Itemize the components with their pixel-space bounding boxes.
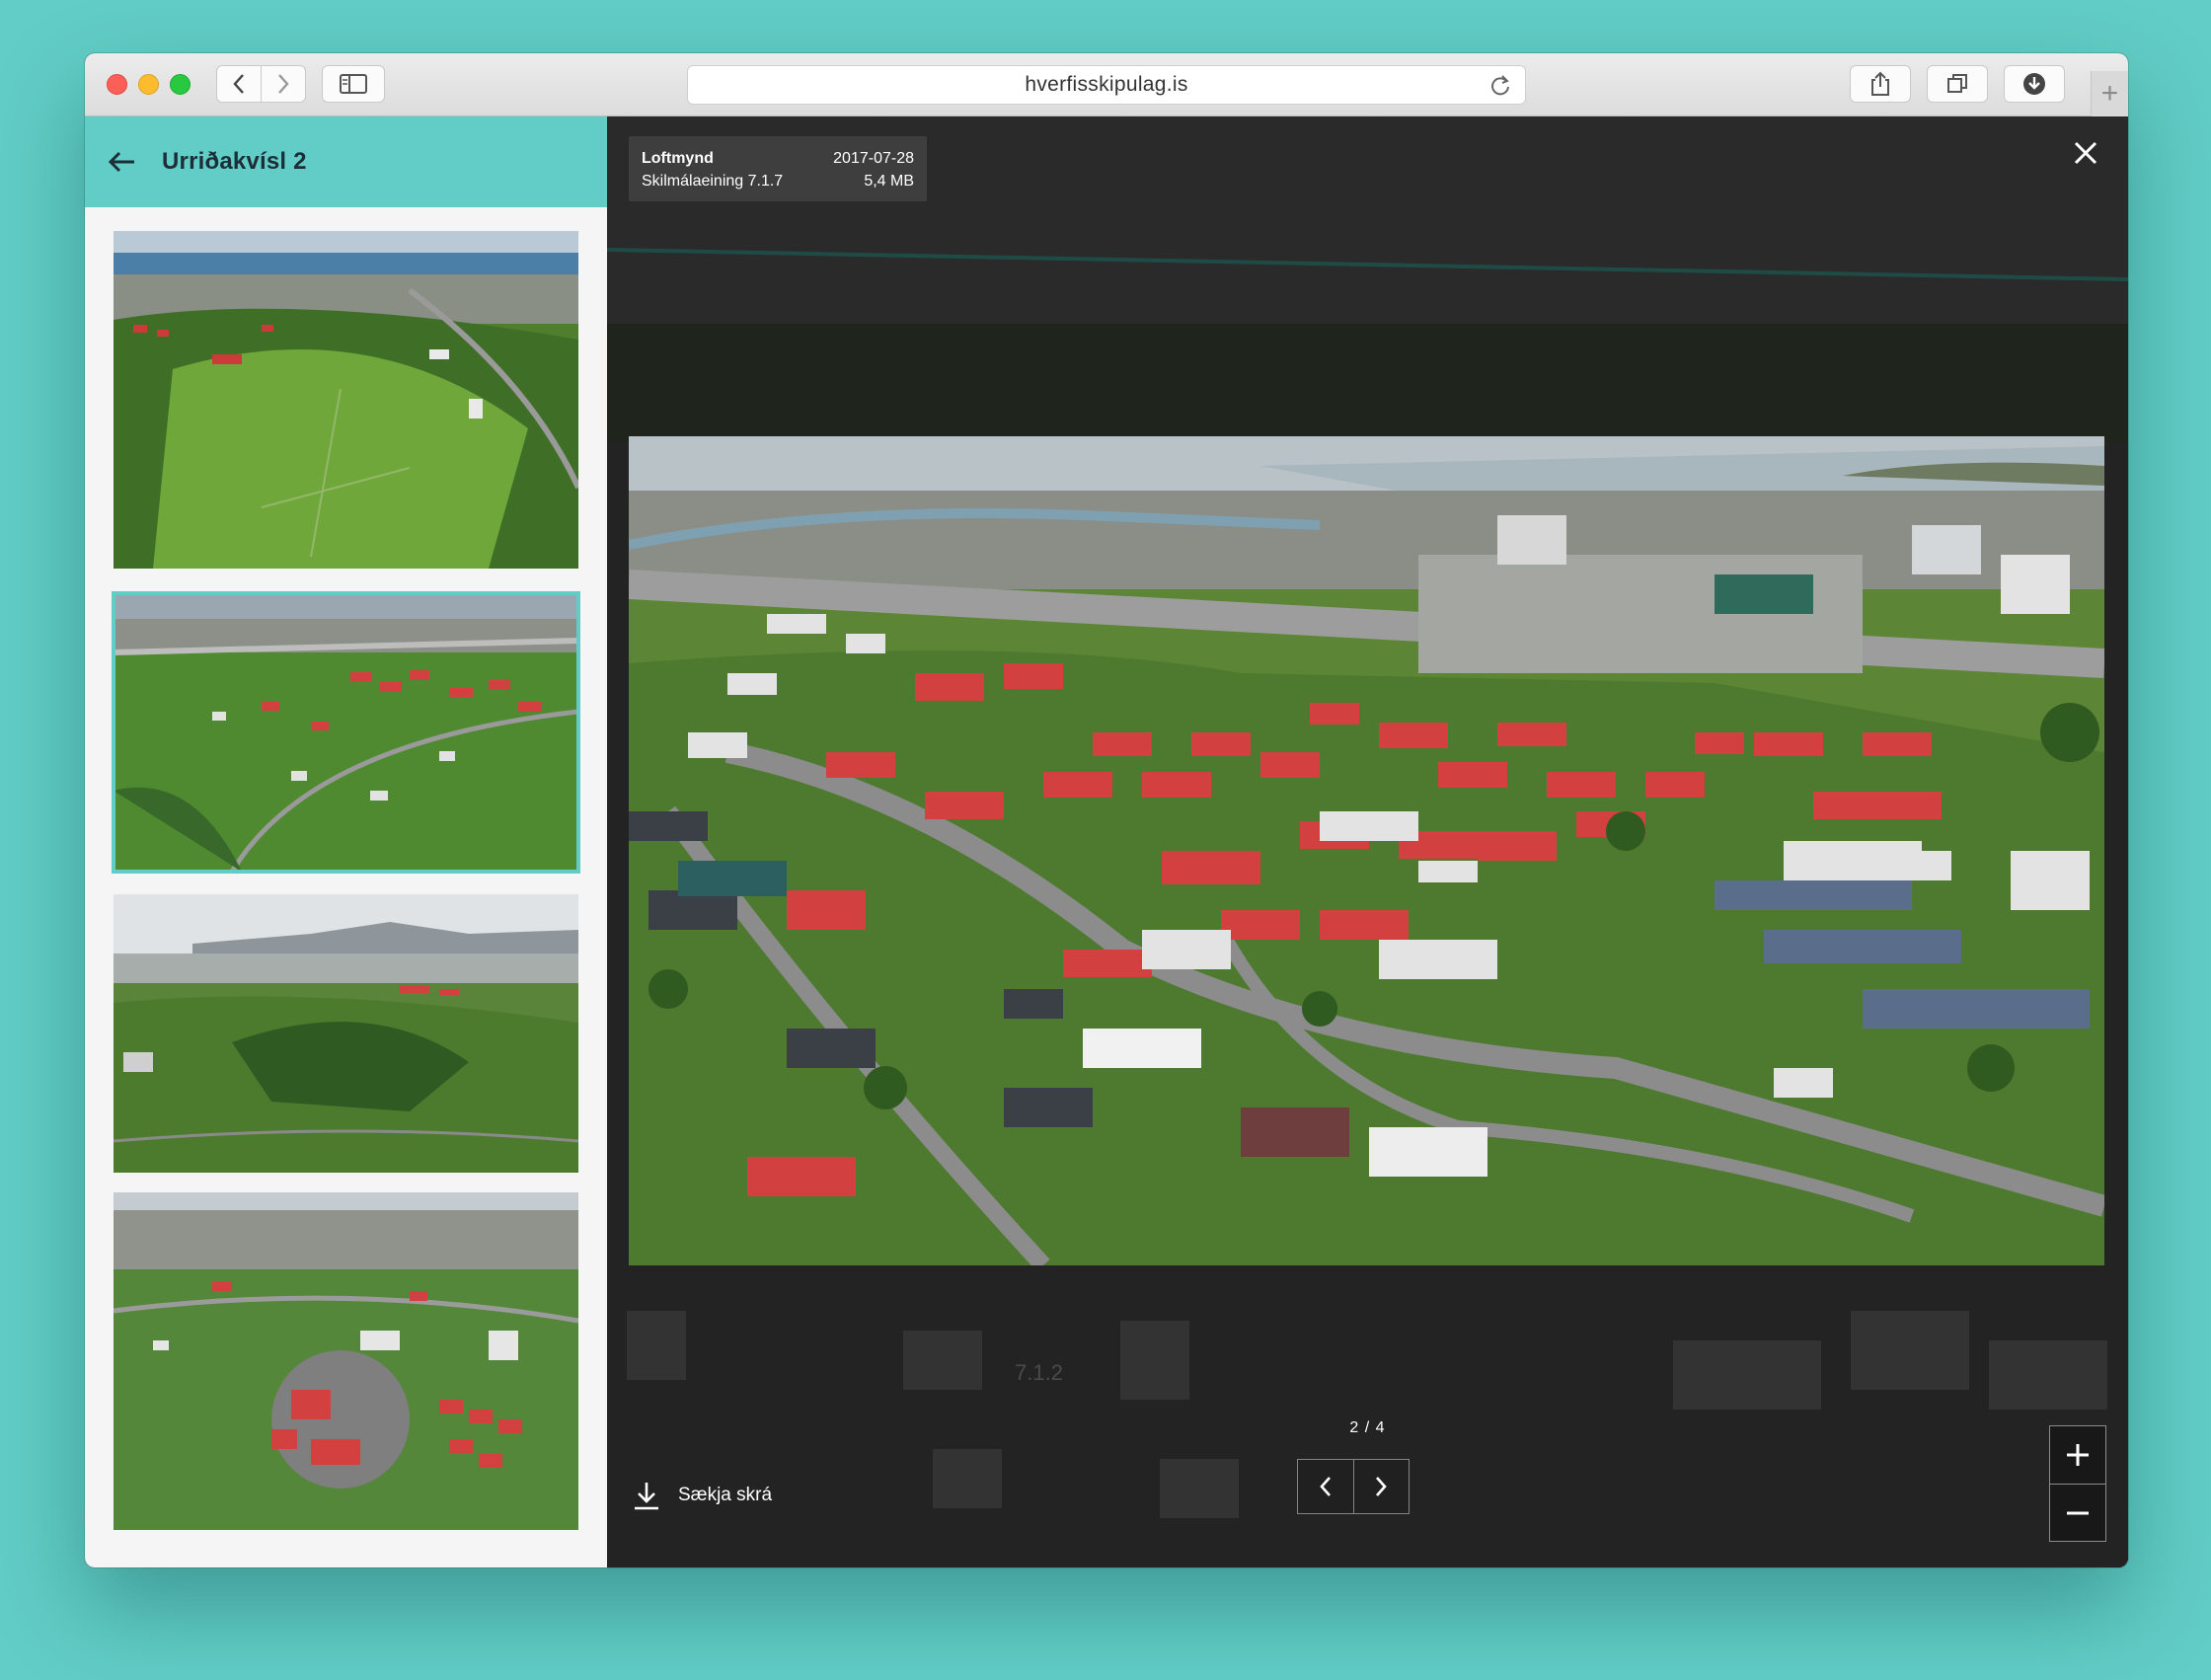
browser-toolbar: hverfisskipulag.is + — [85, 53, 2128, 116]
sidebar-title: Urriðakvísl 2 — [162, 148, 307, 175]
photo-type: Loftmynd — [642, 150, 714, 167]
reload-icon[interactable] — [1489, 73, 1511, 103]
sidebar-header: Urriðakvísl 2 — [85, 116, 607, 207]
chevron-left-icon — [1320, 1477, 1331, 1496]
maximize-window-button[interactable] — [170, 74, 191, 95]
photo-thumbnail-2[interactable] — [112, 591, 580, 874]
browser-forward-button[interactable] — [261, 65, 306, 103]
map-unit-label: 7.1.2 — [1015, 1360, 1063, 1385]
minus-icon — [2067, 1511, 2089, 1514]
new-tab-button[interactable]: + — [2091, 71, 2128, 116]
downloads-button[interactable] — [2004, 65, 2065, 103]
aerial-photo — [629, 436, 2104, 1265]
chevron-right-icon — [1376, 1477, 1387, 1496]
download-circle-icon — [2023, 73, 2045, 95]
aerial-photo-thumbnail — [114, 1192, 578, 1530]
close-window-button[interactable] — [107, 74, 127, 95]
photo-navigation — [1297, 1459, 1410, 1514]
back-arrow-icon[interactable] — [109, 151, 136, 173]
share-icon — [1871, 71, 1889, 96]
download-icon — [635, 1483, 658, 1510]
photo-unit: Skilmálaeining 7.1.7 — [642, 173, 784, 190]
previous-photo-button[interactable] — [1298, 1460, 1353, 1513]
photo-thumbnail-4[interactable] — [114, 1192, 578, 1530]
photo-date: 2017-07-28 — [833, 150, 914, 167]
download-file-button[interactable]: Sækja skrá — [633, 1481, 772, 1510]
show-all-tabs-button[interactable] — [1927, 65, 1988, 103]
chevron-right-icon — [278, 74, 289, 94]
photo-meta-box: Loftmynd 2017-07-28 Skilmálaeining 7.1.7… — [629, 136, 927, 201]
photo-counter: 2 / 4 — [1349, 1419, 1386, 1436]
map-zoom-control — [2049, 1425, 2106, 1542]
show-sidebar-button[interactable] — [322, 65, 385, 103]
close-icon — [2074, 141, 2097, 165]
zoom-out-button[interactable] — [2050, 1484, 2105, 1541]
close-viewer-button[interactable] — [2071, 138, 2100, 168]
download-label: Sækja skrá — [678, 1485, 773, 1505]
main-photo — [629, 436, 2104, 1265]
photo-sidebar: Urriðakvísl 2 — [85, 116, 607, 1567]
plus-icon — [2067, 1444, 2089, 1466]
sidebar-icon — [340, 74, 367, 94]
address-bar[interactable]: hverfisskipulag.is — [687, 65, 1526, 105]
browser-back-button[interactable] — [216, 65, 262, 103]
photo-size: 5,4 MB — [864, 173, 914, 190]
browser-window: hverfisskipulag.is + Urriðakvísl 2 7.1.2… — [85, 53, 2128, 1567]
aerial-photo-thumbnail — [114, 593, 578, 872]
url-text: hverfisskipulag.is — [1025, 73, 1188, 96]
share-button[interactable] — [1850, 65, 1911, 103]
next-photo-button[interactable] — [1352, 1460, 1410, 1513]
chevron-left-icon — [233, 74, 244, 94]
photo-thumbnail-3[interactable] — [114, 894, 578, 1173]
aerial-photo-thumbnail — [114, 894, 578, 1173]
tabs-icon — [1947, 74, 1967, 93]
photo-viewer: 7.1.2 Loftmynd 2017-07-28 Skilmálaeining… — [607, 116, 2128, 1567]
photo-thumbnail-1[interactable] — [114, 231, 578, 569]
minimize-window-button[interactable] — [138, 74, 159, 95]
zoom-in-button[interactable] — [2050, 1426, 2105, 1484]
aerial-photo-thumbnail — [114, 231, 578, 569]
